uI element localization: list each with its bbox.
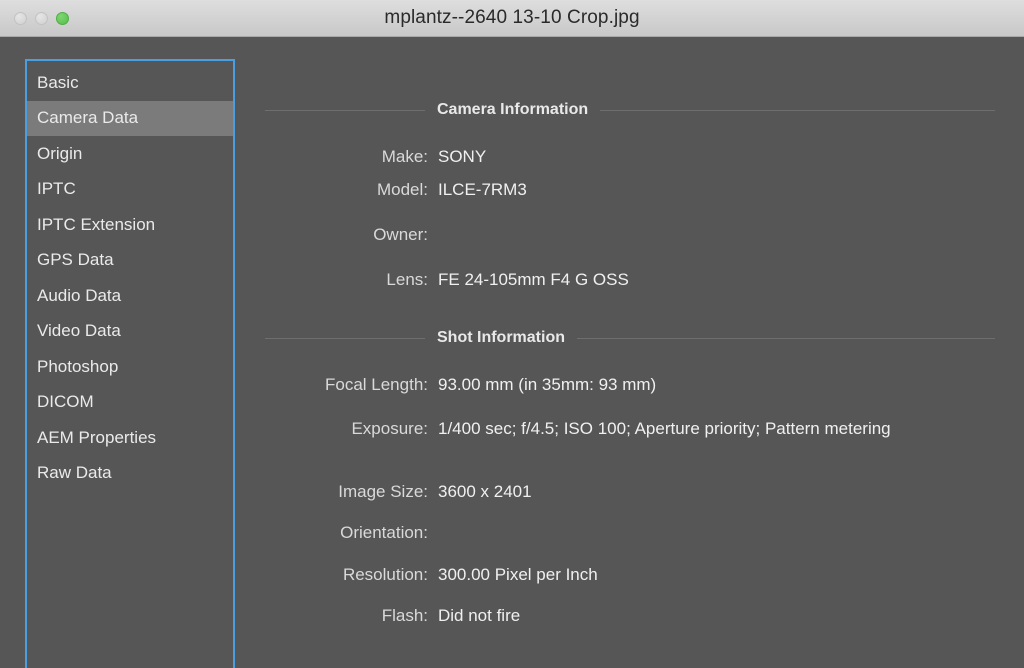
section-title: Camera Information (437, 101, 589, 118)
sidebar-item-iptc-extension[interactable]: IPTC Extension (27, 207, 233, 243)
field-label: Resolution: (342, 565, 428, 584)
sidebar-item-label: Origin (37, 143, 83, 163)
field-value: FE 24-105mm F4 G OSS (438, 270, 629, 289)
sidebar-item-label: Camera Data (37, 108, 139, 128)
sidebar-item-iptc[interactable]: IPTC (27, 172, 233, 208)
window-titlebar: mplantz--2640 13-10 Crop.jpg (0, 0, 1024, 37)
sidebar-item-audio-data[interactable]: Audio Data (27, 278, 233, 314)
field-label: Orientation: (340, 523, 428, 542)
sidebar-item-label: Basic (37, 72, 79, 92)
sidebar-item-camera-data[interactable]: Camera Data (27, 100, 233, 136)
sidebar-item-label: IPTC Extension (37, 214, 156, 234)
section-rule-right (600, 109, 995, 111)
field-label: Owner: (373, 225, 428, 244)
minimize-button[interactable] (35, 11, 48, 25)
sidebar-item-raw-data[interactable]: Raw Data (27, 456, 233, 492)
section-title: Shot Information (437, 329, 565, 346)
window-body: Basic Camera Data Origin IPTC IPTC Exten… (0, 37, 1024, 668)
sidebar-item-label: DICOM (37, 392, 94, 412)
field-row-image-size: Image Size: 3600 x 2401 (265, 482, 995, 502)
field-row-exposure: Exposure: 1/400 sec; f/4.5; ISO 100; Ape… (265, 419, 995, 439)
field-value: ILCE-7RM3 (438, 180, 527, 199)
field-row-resolution: Resolution: 300.00 Pixel per Inch (265, 565, 995, 585)
sidebar-item-video-data[interactable]: Video Data (27, 314, 233, 350)
sidebar-item-gps-data[interactable]: GPS Data (27, 243, 233, 279)
field-row-owner: Owner: (265, 225, 995, 245)
field-value: 93.00 mm (in 35mm: 93 mm) (438, 375, 657, 394)
field-value: 300.00 Pixel per Inch (438, 565, 598, 584)
section-rule-right (576, 337, 995, 339)
field-label: Model: (376, 180, 428, 199)
sidebar-item-label: AEM Properties (37, 427, 157, 447)
sidebar-item-label: Video Data (37, 321, 121, 341)
field-row-focal-length: Focal Length: 93.00 mm (in 35mm: 93 mm) (265, 375, 995, 395)
field-row-orientation: Orientation: (265, 523, 995, 543)
sidebar-item-label: Raw Data (37, 463, 112, 483)
sidebar-item-photoshop[interactable]: Photoshop (27, 349, 233, 385)
sidebar-item-label: GPS Data (37, 250, 114, 270)
field-value: 3600 x 2401 (438, 482, 532, 501)
field-label: Focal Length: (324, 375, 428, 394)
metadata-category-list[interactable]: Basic Camera Data Origin IPTC IPTC Exten… (25, 59, 235, 668)
field-label: Lens: (386, 270, 428, 289)
field-label: Make: (381, 147, 428, 166)
field-label: Image Size: (338, 482, 428, 501)
field-label: Exposure: (351, 419, 428, 438)
zoom-button[interactable] (56, 11, 69, 25)
sidebar-item-dicom[interactable]: DICOM (27, 385, 233, 421)
section-header-camera-information: Camera Information (265, 101, 995, 119)
field-row-flash: Flash: Did not fire (265, 606, 995, 626)
section-rule-left (265, 109, 425, 111)
sidebar-item-label: IPTC (37, 179, 76, 199)
sidebar-item-label: Photoshop (37, 356, 119, 376)
field-row-lens: Lens: FE 24-105mm F4 G OSS (265, 270, 995, 290)
camera-data-panel: Camera Information Make: SONY Model: ILC… (265, 37, 1005, 668)
field-value: 1/400 sec; f/4.5; ISO 100; Aperture prio… (438, 419, 891, 438)
field-row-make: Make: SONY (265, 147, 995, 167)
sidebar-item-origin[interactable]: Origin (27, 136, 233, 172)
field-value: Did not fire (438, 606, 521, 625)
window-controls (14, 0, 69, 36)
field-label: Flash: (381, 606, 428, 625)
window-title: mplantz--2640 13-10 Crop.jpg (384, 7, 640, 28)
sidebar-item-aem-properties[interactable]: AEM Properties (27, 420, 233, 456)
section-rule-left (265, 337, 425, 339)
sidebar-item-label: Audio Data (37, 285, 122, 305)
field-row-model: Model: ILCE-7RM3 (265, 180, 995, 200)
sidebar-item-basic[interactable]: Basic (27, 65, 233, 101)
section-header-shot-information: Shot Information (265, 329, 995, 347)
field-value: SONY (438, 147, 487, 166)
close-button[interactable] (14, 11, 27, 25)
file-info-window: mplantz--2640 13-10 Crop.jpg Basic Camer… (0, 0, 1024, 668)
